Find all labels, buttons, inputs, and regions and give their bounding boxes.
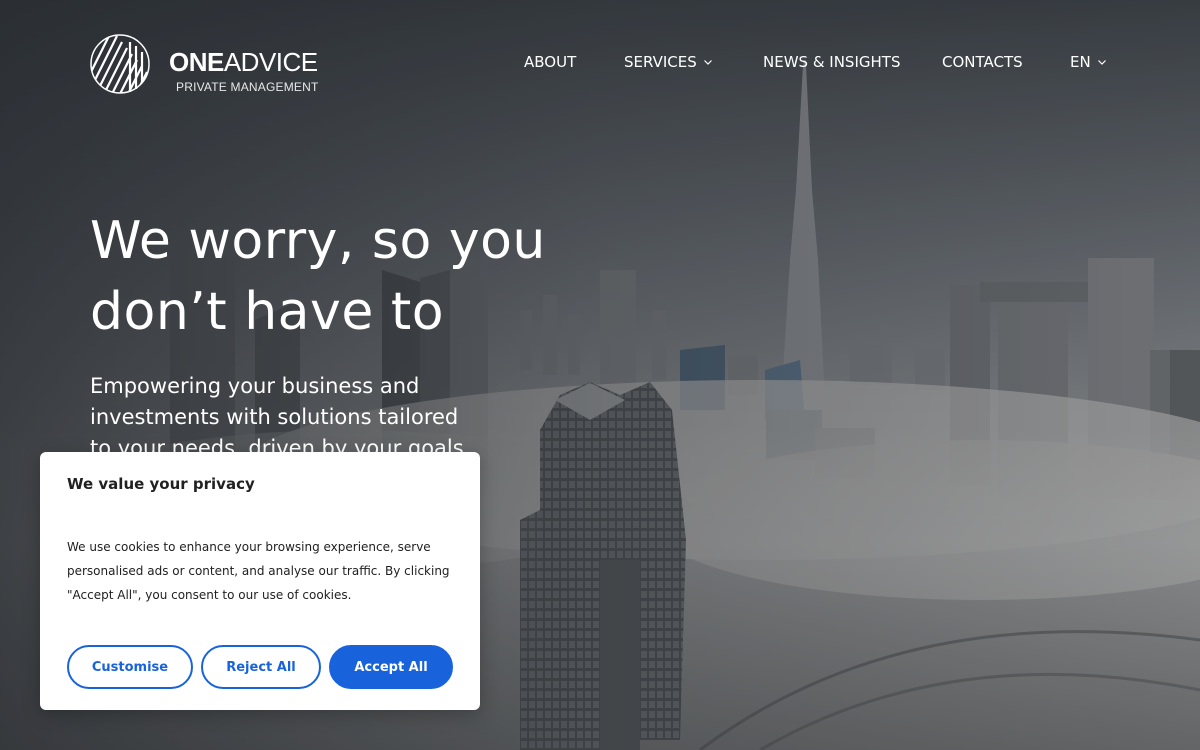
nav-link-services-label: SERVICES	[624, 53, 697, 71]
cookie-consent-banner: We value your privacy We use cookies to …	[40, 452, 480, 710]
nav-link-news-insights[interactable]: NEWS & INSIGHTS	[763, 51, 900, 73]
brand-name-light: ADVICE	[223, 47, 318, 77]
reject-all-button[interactable]: Reject All	[201, 645, 321, 689]
brand-name-bold: ONE	[169, 47, 224, 77]
language-selector[interactable]: EN	[1070, 51, 1107, 73]
chevron-down-icon	[1097, 60, 1106, 65]
hero-title-line-2: don’t have to	[90, 282, 445, 342]
cookie-banner-title: We value your privacy	[67, 475, 255, 493]
brand-name: ONEADVICE	[169, 48, 318, 76]
hero-title: We worry, so you don’t have to	[90, 206, 560, 348]
brand-tagline: PRIVATE MANAGEMENT	[176, 80, 319, 94]
nav-link-news-label: NEWS & INSIGHTS	[763, 53, 901, 71]
customise-button[interactable]: Customise	[67, 645, 193, 689]
nav-link-contacts[interactable]: CONTACTS	[942, 51, 1023, 73]
nav-link-about[interactable]: ABOUT	[524, 51, 576, 73]
language-selector-label: EN	[1070, 53, 1091, 71]
brand-logo-link[interactable]: ONEADVICE PRIVATE MANAGEMENT	[90, 34, 330, 96]
nav-link-about-label: ABOUT	[524, 53, 577, 71]
nav-link-contacts-label: CONTACTS	[942, 53, 1023, 71]
site-header: ONEADVICE PRIVATE MANAGEMENT ABOUT SERVI…	[0, 0, 1200, 125]
cookie-banner-description: We use cookies to enhance your browsing …	[67, 540, 450, 602]
nav-link-services[interactable]: SERVICES	[624, 51, 713, 73]
accept-all-button[interactable]: Accept All	[329, 645, 453, 689]
hero-subtitle: Empowering your business and investments…	[90, 374, 464, 460]
hero-title-line-1: We worry, so you	[90, 211, 546, 271]
chevron-down-icon	[703, 60, 712, 65]
striped-circle-logo-icon	[90, 34, 150, 94]
